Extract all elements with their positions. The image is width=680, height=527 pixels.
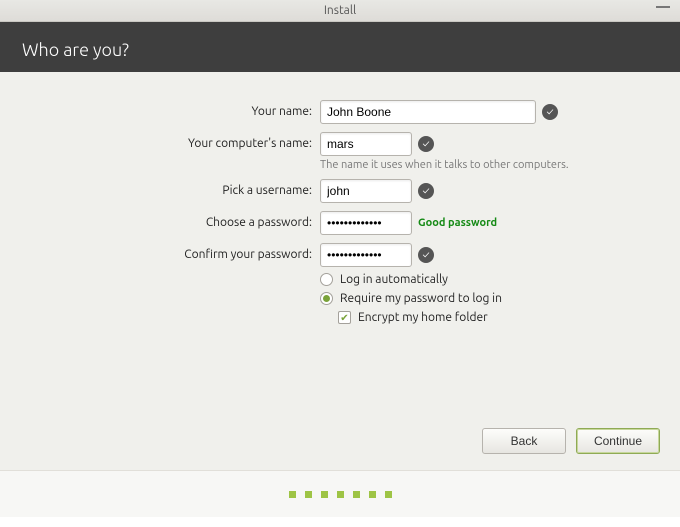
progress-dot-icon [369,491,376,498]
require-password-option[interactable]: Require my password to log in [320,292,502,305]
progress-dot-icon [385,491,392,498]
continue-button[interactable]: Continue [576,428,660,454]
progress-dot-icon [353,491,360,498]
confirm-label: Confirm your password: [20,243,320,261]
button-row: Back Continue [482,428,660,454]
auto-login-option[interactable]: Log in automatically [320,273,448,286]
page-header: Who are you? [0,22,680,72]
name-input[interactable] [320,100,536,124]
username-input[interactable] [320,179,412,203]
window-title: Install [324,4,356,17]
minimize-icon[interactable] [656,4,670,8]
computer-helper-text: The name it uses when it talks to other … [320,159,569,171]
checkbox-icon [338,311,351,324]
encrypt-home-option[interactable]: Encrypt my home folder [338,311,488,324]
confirm-input[interactable] [320,243,412,267]
password-input[interactable] [320,211,412,235]
form-area: Your name: ✓ Your computer's name: ✓ The… [0,72,680,470]
require-password-label: Require my password to log in [340,292,502,305]
computer-input[interactable] [320,132,412,156]
username-label: Pick a username: [20,179,320,197]
check-icon: ✓ [418,136,434,152]
progress-dots [0,470,680,517]
radio-icon [320,273,333,286]
password-label: Choose a password: [20,211,320,229]
name-label: Your name: [20,100,320,118]
check-icon: ✓ [418,183,434,199]
page-title: Who are you? [22,40,129,60]
password-strength: Good password [418,217,497,229]
progress-dot-icon [289,491,296,498]
encrypt-home-label: Encrypt my home folder [358,311,488,324]
check-icon: ✓ [542,104,558,120]
radio-icon [320,292,333,305]
auto-login-label: Log in automatically [340,273,448,286]
progress-dot-icon [321,491,328,498]
computer-label: Your computer's name: [20,132,320,150]
progress-dot-icon [337,491,344,498]
progress-dot-icon [305,491,312,498]
window-titlebar: Install [0,0,680,22]
check-icon: ✓ [418,247,434,263]
back-button[interactable]: Back [482,428,566,454]
